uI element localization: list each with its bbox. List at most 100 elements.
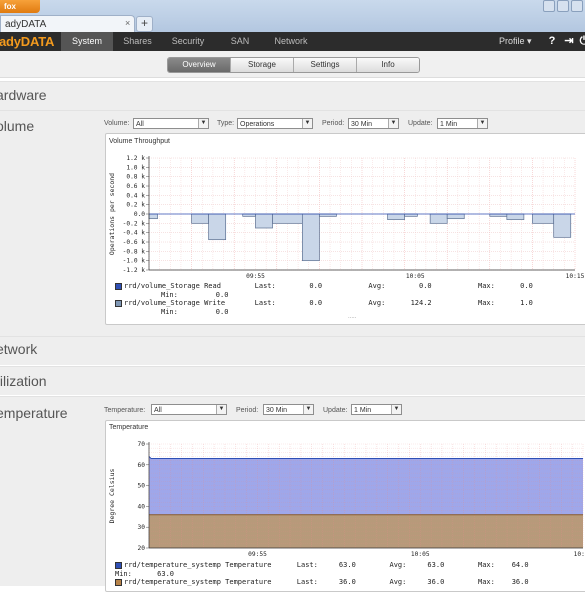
volume-select[interactable]: All ▼ <box>133 118 209 129</box>
firefox-menu-button[interactable]: fox <box>0 0 40 13</box>
section-utilization-title: tilization <box>0 373 47 389</box>
volume-select-value: All <box>136 121 144 128</box>
window-controls <box>543 0 583 12</box>
y-axis-label: Operations per second <box>108 173 116 255</box>
y-tick-label: 0.0 <box>134 211 145 218</box>
write-bar <box>506 213 525 220</box>
x-tick-label: 10:15 <box>566 273 585 280</box>
volume-label: Volume: <box>104 120 130 127</box>
write-bar <box>208 213 227 241</box>
tab-overview[interactable]: Overview <box>168 58 231 72</box>
chevron-down-icon: ▼ <box>216 405 226 414</box>
nav-network[interactable]: Network <box>266 32 316 51</box>
close-window-icon[interactable] <box>571 0 583 12</box>
legend-swatch-temp1 <box>115 562 122 569</box>
nav-security[interactable]: Security <box>164 32 212 51</box>
chevron-down-icon: ▼ <box>302 119 312 128</box>
x-tick-label: 10:05 <box>411 551 430 558</box>
y-tick-label: 1.0 k <box>126 164 145 171</box>
nav-system[interactable]: System <box>61 32 113 51</box>
type-label: Type: <box>217 120 235 127</box>
y-tick-label: 30 <box>138 524 146 531</box>
section-volume-title: olume <box>0 118 35 134</box>
write-bar <box>446 213 465 220</box>
temperature-chart-title: Temperature <box>109 424 149 431</box>
legend-temp1-row: rrd/temperature_systemp Temperature Last… <box>124 561 529 569</box>
legend-write-row: rrd/volume_Storage Write Last: 0.0 Avg: … <box>124 299 533 307</box>
y-tick-label: -0.4 k <box>123 230 146 237</box>
tab-title: adyDATA <box>5 19 47 30</box>
y-tick-label: 0.2 k <box>126 202 145 209</box>
y-tick-label: 0.4 k <box>126 192 145 199</box>
section-hardware-header[interactable] <box>0 81 585 110</box>
legend-swatch-write <box>115 300 122 307</box>
y-tick-label: -0.8 k <box>123 248 146 255</box>
chevron-down-icon: ▼ <box>198 119 208 128</box>
update-select-value: 1 Min <box>440 121 458 128</box>
write-bar <box>272 213 303 224</box>
legend-write-min: Min: 0.0 <box>161 308 229 316</box>
x-tick-label: 09:55 <box>246 273 265 280</box>
temperature-chart: 70 60 50 40 30 20 09:55 10:05 10:15 Degree Celsiu… <box>108 441 585 558</box>
volume-chart: 1.2 k 1.0 k 0.8 k 0.6 k 0.4 k 0.2 k 0.0 -0.2 k -… <box>108 155 585 280</box>
new-tab-button[interactable]: + <box>136 16 153 32</box>
update-label: Update: <box>408 120 433 127</box>
temperature-label: Temperature: <box>104 407 146 414</box>
panel-resize-grip[interactable]: ..... <box>348 314 356 320</box>
x-tick-label: 10:05 <box>406 273 425 280</box>
logout-icon[interactable]: ⇥ <box>563 35 575 47</box>
tab-info[interactable]: Info <box>357 58 419 72</box>
write-bar <box>532 213 555 224</box>
chevron-down-icon: ▼ <box>391 405 401 414</box>
y-axis-label: Degree Celsius <box>108 469 116 524</box>
browser-tab[interactable]: adyDATA <box>0 15 135 33</box>
nav-shares[interactable]: Shares <box>115 32 160 51</box>
section-network-title: etwork <box>0 341 38 357</box>
y-tick-label: 20 <box>138 545 146 552</box>
section-hardware-title: ardware <box>0 87 47 103</box>
legend-swatch-read <box>115 283 122 290</box>
chevron-down-icon: ▼ <box>477 119 487 128</box>
period-select-value: 30 Min <box>351 121 373 128</box>
type-select[interactable]: Operations ▼ <box>237 118 313 129</box>
period-select[interactable]: 30 Min ▼ <box>348 118 399 129</box>
type-select-value: Operations <box>240 121 275 128</box>
minimize-icon[interactable] <box>543 0 555 12</box>
legend-read-min: Min: 0.0 <box>161 291 229 299</box>
y-tick-label: -1.2 k <box>123 267 146 274</box>
temperature-select-value: All <box>154 407 162 414</box>
temp-period-label: Period: <box>236 407 259 414</box>
maximize-icon[interactable] <box>557 0 569 12</box>
nav-san[interactable]: SAN <box>222 32 258 51</box>
y-tick-label: 40 <box>138 503 146 510</box>
tab-storage[interactable]: Storage <box>231 58 294 72</box>
write-bar <box>429 213 448 224</box>
app-logo: adyDATA <box>0 34 55 49</box>
tab-settings[interactable]: Settings <box>294 58 357 72</box>
y-tick-label: -0.2 k <box>123 220 146 227</box>
temperature-select[interactable]: All ▼ <box>151 404 227 415</box>
section-temperature-title: emperature <box>0 405 68 421</box>
write-bar <box>387 213 405 220</box>
y-tick-label: -1.0 k <box>123 258 146 265</box>
update-select[interactable]: 1 Min ▼ <box>437 118 488 129</box>
x-tick-label: 09:55 <box>248 551 267 558</box>
profile-menu[interactable]: Profile ▾ <box>499 32 532 51</box>
power-icon[interactable]: ⏻ <box>578 35 585 47</box>
temp-update-select-value: 1 Min <box>354 407 372 414</box>
y-tick-label: 0.6 k <box>126 183 145 190</box>
write-bar <box>148 213 158 220</box>
temp-period-select[interactable]: 30 Min ▼ <box>263 404 314 415</box>
write-bar <box>191 213 209 224</box>
section-utilization-header[interactable] <box>0 366 585 395</box>
y-tick-label: 1.2 k <box>126 155 145 162</box>
chevron-down-icon: ▼ <box>388 119 398 128</box>
y-tick-label: 0.8 k <box>126 174 145 181</box>
section-network-header[interactable] <box>0 336 585 365</box>
x-tick-label: 10:15 <box>574 551 585 558</box>
help-icon[interactable]: ? <box>546 35 558 47</box>
subnav-tabs: Overview Storage Settings Info <box>167 57 420 73</box>
temp-update-select[interactable]: 1 Min ▼ <box>351 404 402 415</box>
tab-close-icon[interactable]: × <box>125 18 130 28</box>
y-tick-label: 70 <box>138 441 146 448</box>
